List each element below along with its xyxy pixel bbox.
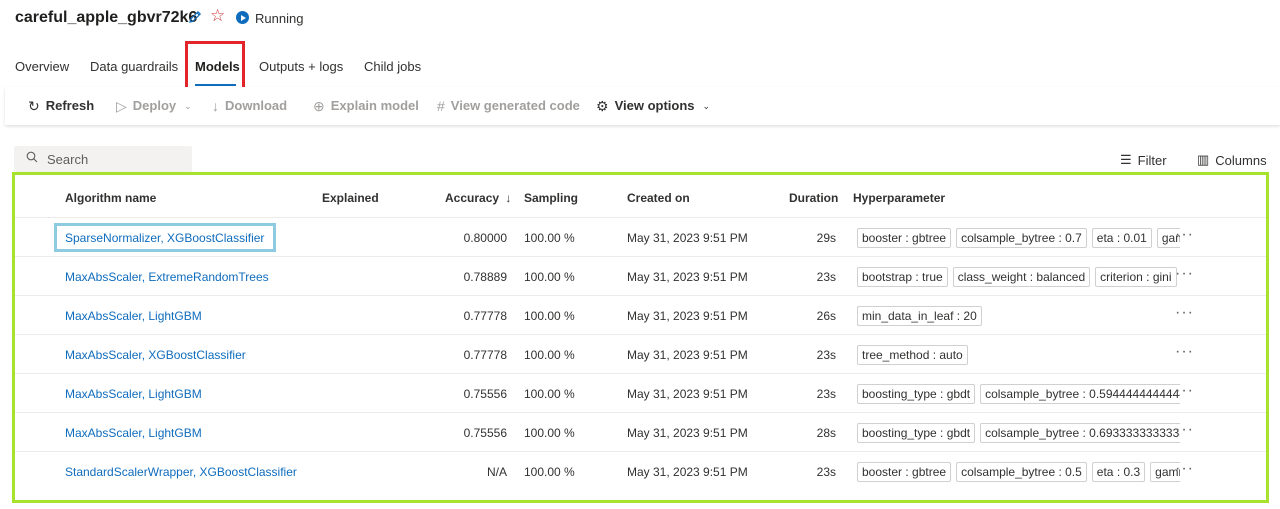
view-generated-code-label: View generated code <box>450 98 580 113</box>
tab-overview[interactable]: Overview <box>15 59 69 75</box>
star-icon[interactable]: ☆ <box>210 6 225 26</box>
download-label: Download <box>225 98 288 113</box>
filter-label: Filter <box>1137 152 1167 168</box>
columns-icon: ▥ <box>1197 152 1210 167</box>
pencil-icon[interactable] <box>187 9 203 25</box>
zoom-icon: ⊕ <box>313 98 325 114</box>
refresh-label: Refresh <box>45 98 95 113</box>
chevron-down-icon: ⌄ <box>184 101 192 111</box>
refresh-icon: ↻ <box>28 98 40 114</box>
explain-model-label: Explain model <box>330 98 419 113</box>
filter-button[interactable]: ☰ Filter <box>1120 152 1167 168</box>
hash-icon: # <box>437 98 445 114</box>
job-title: careful_apple_gbvr72k6 <box>15 9 198 26</box>
columns-label: Columns <box>1215 152 1267 168</box>
tab-data-guardrails[interactable]: Data guardrails <box>90 59 178 75</box>
first-model-highlight-box <box>54 223 276 252</box>
settings-sliders-icon: ⚙ <box>596 98 609 114</box>
explain-model-button[interactable]: ⊕ Explain model <box>313 98 419 114</box>
view-options-label: View options <box>614 98 695 113</box>
download-icon: ↓ <box>212 98 219 114</box>
tab-child-jobs[interactable]: Child jobs <box>364 59 421 75</box>
play-circle-icon <box>236 11 249 24</box>
view-generated-code-button[interactable]: # View generated code <box>437 98 580 114</box>
deploy-button[interactable]: ▷ Deploy ⌄ <box>116 98 192 114</box>
status-text: Running <box>255 11 304 26</box>
search-icon <box>26 151 38 163</box>
play-icon: ▷ <box>116 98 127 114</box>
deploy-label: Deploy <box>132 98 177 113</box>
chevron-down-icon: ⌄ <box>702 101 711 111</box>
filter-icon: ☰ <box>1120 152 1132 167</box>
search-input[interactable] <box>47 151 187 167</box>
tab-highlight-box <box>185 41 245 93</box>
refresh-button[interactable]: ↻ Refresh <box>28 98 94 114</box>
columns-button[interactable]: ▥ Columns <box>1197 152 1267 168</box>
download-button[interactable]: ↓ Download <box>212 98 287 114</box>
view-options-button[interactable]: ⚙ View options ⌄ <box>596 98 710 114</box>
search-box[interactable] <box>14 146 192 172</box>
table-highlight-box <box>12 172 1269 503</box>
tab-outputs-logs[interactable]: Outputs + logs <box>259 59 343 75</box>
